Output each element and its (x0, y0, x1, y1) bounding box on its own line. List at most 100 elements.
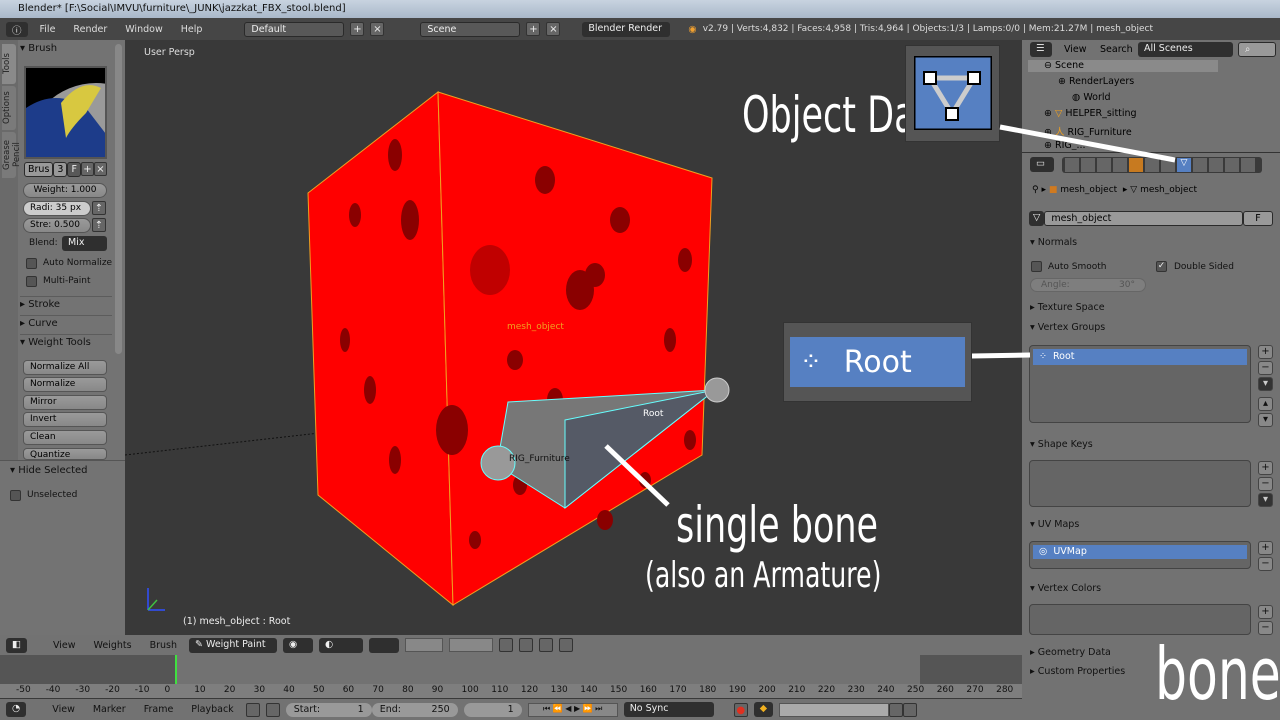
object-data-tab-icon[interactable]: ▽ (1177, 158, 1191, 172)
remove-vertex-group-button[interactable]: − (1258, 361, 1273, 375)
outliner-item-helper-sitting[interactable]: ⊕ ▽ HELPER_sitting (1044, 108, 1137, 119)
uv-map-item[interactable]: ◎ UVMap (1033, 545, 1247, 559)
menu-file[interactable]: File (34, 24, 62, 35)
angle-field[interactable]: Angle: 30° (1030, 278, 1146, 292)
brush-name[interactable]: Brus (24, 162, 54, 177)
particles-tab-icon[interactable] (1225, 158, 1239, 172)
insert-keyframe-icon[interactable] (889, 702, 903, 717)
brush-preview[interactable] (24, 66, 107, 159)
mesh-name-field[interactable]: mesh_object (1044, 211, 1243, 226)
vertex-colors-panel-header[interactable]: ▾ Vertex Colors (1030, 583, 1101, 594)
pressure-strength-icon[interactable]: ⇡ (92, 218, 106, 232)
new-brush-button[interactable]: + (80, 162, 94, 176)
delete-scene-button[interactable]: × (546, 22, 561, 36)
preview-range-icon[interactable] (245, 702, 260, 717)
render-layers-tab-icon[interactable] (1081, 158, 1095, 172)
normalize-button[interactable]: Normalize (23, 377, 107, 392)
remove-shape-key-button[interactable]: − (1258, 477, 1273, 491)
custom-properties-panel-header[interactable]: ▸ Custom Properties (1030, 666, 1125, 677)
blend-select[interactable]: Mix (62, 236, 107, 251)
timeline-ruler[interactable]: -50 -40 -30 -20 -10 0 10 20 30 40 50 60 70 80 90 100 110… (0, 684, 1022, 698)
unselected-checkbox[interactable] (10, 490, 21, 501)
add-layout-button[interactable]: + (350, 22, 365, 36)
layer-buttons-2[interactable] (449, 638, 493, 652)
add-vertex-color-button[interactable]: + (1258, 605, 1273, 619)
add-shape-key-button[interactable]: + (1258, 461, 1273, 475)
mesh-datablock-selector[interactable]: ▽ mesh_object F (1029, 211, 1273, 227)
tab-options[interactable]: Options (2, 86, 16, 130)
timeline-menu-view[interactable]: View (46, 704, 81, 715)
add-vertex-group-button[interactable]: + (1258, 345, 1273, 359)
brush-users[interactable]: 3 (53, 162, 68, 177)
uv-maps-panel-header[interactable]: ▾ UV Maps (1030, 519, 1079, 530)
curve-panel-header[interactable]: ▸ Curve (20, 315, 112, 333)
material-tab-icon[interactable] (1193, 158, 1207, 172)
move-down-button[interactable]: ▾ (1258, 413, 1273, 427)
hide-selected-header[interactable]: ▾ Hide Selected (10, 465, 88, 476)
menu-view[interactable]: View (47, 640, 82, 651)
pressure-radius-icon[interactable]: ⇡ (92, 201, 106, 215)
viewport-editor-type[interactable]: ◧ (6, 637, 27, 653)
move-up-button[interactable]: ▴ (1258, 397, 1273, 411)
outliner-editor-type[interactable]: ☰ (1030, 42, 1052, 57)
delete-keyframe-icon[interactable] (903, 702, 917, 717)
texture-space-panel-header[interactable]: ▸ Texture Space (1030, 302, 1105, 313)
geometry-data-panel-header[interactable]: ▸ Geometry Data (1030, 647, 1111, 658)
timeline-menu-marker[interactable]: Marker (87, 704, 132, 715)
tab-tools[interactable]: Tools (2, 44, 16, 84)
vertex-group-specials-button[interactable]: ▾ (1258, 377, 1273, 391)
record-button[interactable]: ● (733, 702, 748, 717)
outliner-search-menu[interactable]: Search (1100, 44, 1133, 55)
outliner-item-scene[interactable]: ⊖ Scene (1044, 60, 1084, 71)
pivot-select[interactable]: ◐ (319, 637, 363, 653)
mask-buttons[interactable] (369, 637, 399, 653)
clean-button[interactable]: Clean (23, 430, 107, 445)
render-engine-select[interactable]: Blender Render (582, 21, 671, 37)
editor-type-button[interactable]: ⓘ (6, 21, 28, 37)
remove-uv-map-button[interactable]: − (1258, 557, 1273, 571)
modifiers-tab-icon[interactable] (1161, 158, 1175, 172)
current-frame-indicator[interactable] (175, 655, 177, 685)
vertex-groups-panel-header[interactable]: ▾ Vertex Groups (1030, 322, 1105, 333)
shape-key-specials-button[interactable]: ▾ (1258, 493, 1273, 507)
tool-shelf-scrollbar[interactable] (115, 44, 122, 354)
outliner-filter-select[interactable]: All Scenes (1138, 42, 1233, 57)
constraints-tab-icon[interactable] (1145, 158, 1159, 172)
mesh-fake-user-button[interactable]: F (1243, 211, 1273, 226)
multi-paint-checkbox[interactable] (26, 276, 37, 287)
keying-select[interactable]: ◆ (753, 702, 773, 717)
radius-field[interactable]: Radi: 35 px (23, 201, 91, 216)
keying-set-field[interactable] (779, 702, 889, 717)
brush-panel-header[interactable]: ▾ Brush (20, 41, 112, 59)
auto-smooth-checkbox[interactable] (1031, 261, 1042, 272)
menu-brush[interactable]: Brush (144, 640, 183, 651)
auto-normalize-checkbox[interactable] (26, 258, 37, 269)
add-uv-map-button[interactable]: + (1258, 541, 1273, 555)
outliner-item-world[interactable]: ◍ World (1072, 92, 1111, 103)
strength-field[interactable]: Stre: 0.500 (23, 218, 91, 233)
tab-grease-pencil[interactable]: Grease Pencil (2, 132, 22, 178)
menu-weights[interactable]: Weights (88, 640, 138, 651)
current-frame-field[interactable]: 1 (463, 702, 522, 717)
menu-help[interactable]: Help (175, 24, 209, 35)
start-frame-field[interactable]: Start: 1 (285, 702, 372, 717)
timeline-menu-frame[interactable]: Frame (138, 704, 180, 715)
unlink-brush-button[interactable]: × (93, 162, 107, 176)
opengl-render-icon[interactable] (539, 638, 553, 652)
weight-field[interactable]: Weight: 1.000 (23, 183, 107, 198)
outliner-view-menu[interactable]: View (1064, 44, 1087, 55)
object-tab-icon[interactable] (1129, 158, 1143, 172)
timeline-editor-type[interactable]: ◔ (6, 702, 27, 717)
shape-keys-panel-header[interactable]: ▾ Shape Keys (1030, 439, 1093, 450)
menu-render[interactable]: Render (67, 24, 113, 35)
playback-controls[interactable]: ⏮ ⏪ ◀ ▶ ⏩ ⏭ (527, 702, 618, 717)
outliner-item-renderlayers[interactable]: ⊕ RenderLayers (1058, 76, 1134, 87)
quantize-button[interactable]: Quantize (23, 448, 107, 460)
vertex-group-item[interactable]: ⁘ Root (1033, 349, 1247, 365)
scene-select[interactable]: Scene (420, 21, 521, 37)
sync-select[interactable]: No Sync (623, 702, 714, 717)
physics-tab-icon[interactable] (1241, 158, 1255, 172)
outliner-item-rig[interactable]: ⊕ RIG_... (1044, 140, 1086, 150)
normalize-all-button[interactable]: Normalize All (23, 360, 107, 375)
mirror-button[interactable]: Mirror (23, 395, 107, 410)
